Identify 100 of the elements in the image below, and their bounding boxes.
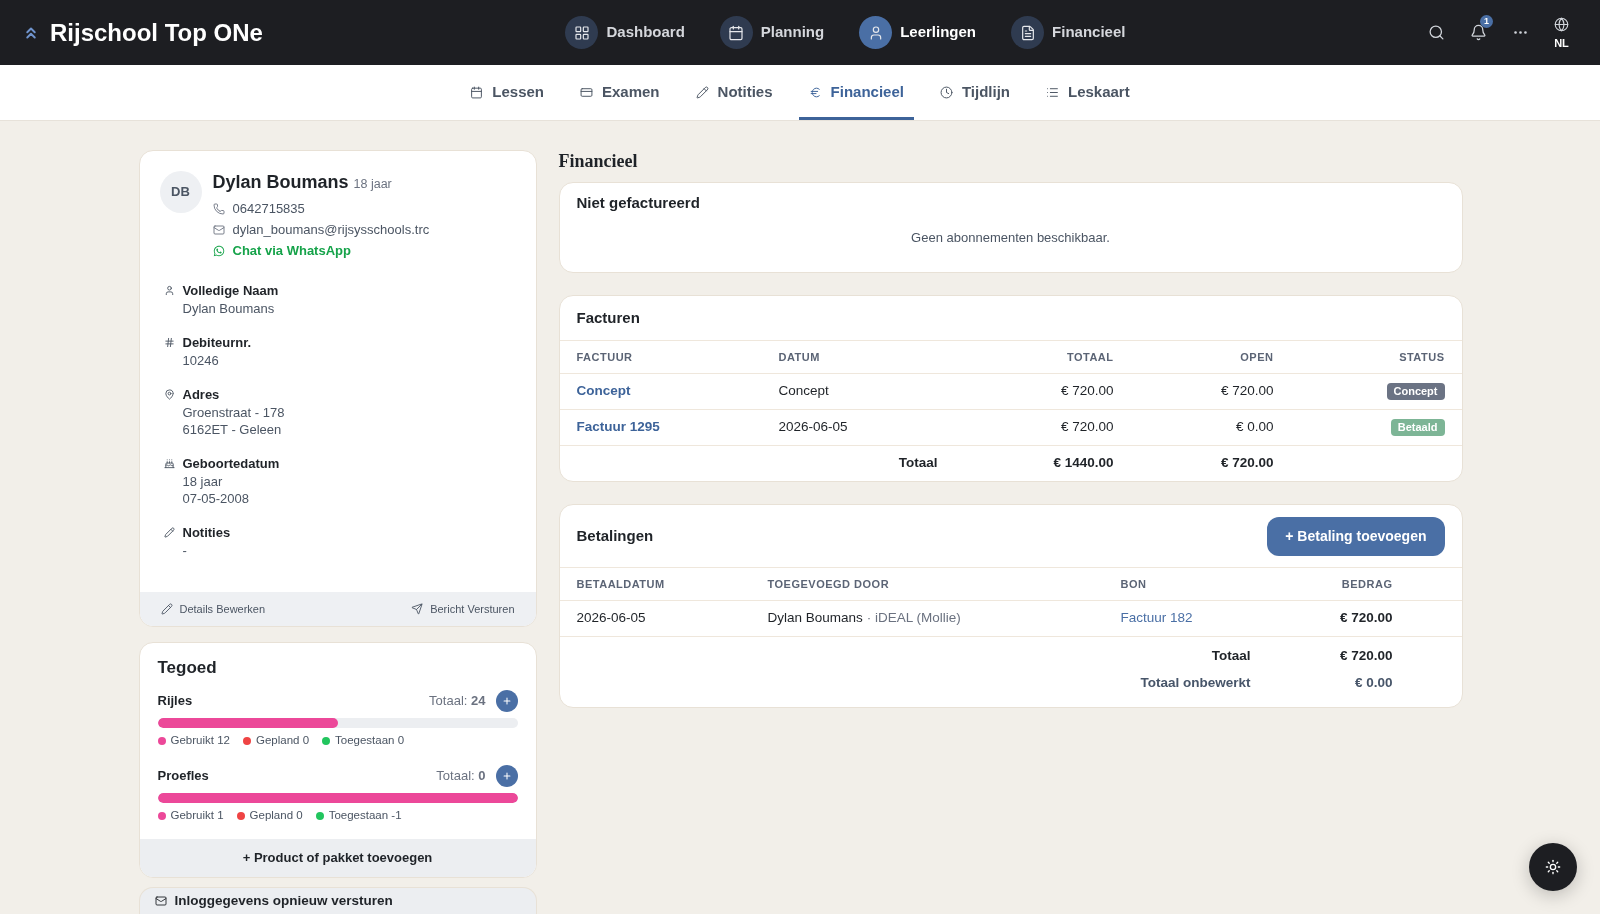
search-icon[interactable] — [1428, 24, 1445, 41]
card-title: Tegoed — [157, 657, 218, 679]
plus-icon — [501, 771, 512, 781]
field-label: Volledige Naam — [182, 282, 279, 300]
legend-label: Gebruikt 1 — [170, 808, 224, 824]
phone-icon — [212, 203, 225, 215]
card-title: Niet gefactureerd — [576, 193, 701, 213]
euro-icon — [808, 86, 822, 99]
add-payment-button[interactable]: + Betaling toevoegen — [1267, 516, 1445, 556]
legend-label: Toegestaan -1 — [328, 808, 402, 824]
pencil-icon — [695, 86, 709, 99]
tab[interactable]: Tijdlijn — [929, 65, 1020, 120]
status-badge: Concept — [1386, 383, 1445, 400]
notification-bell-icon[interactable] — [1470, 24, 1487, 41]
table-cell-text: 2026-06-05 — [778, 418, 849, 437]
phone-number: 0642715835 — [232, 200, 305, 219]
nav-item[interactable]: Financieel — [1011, 16, 1126, 49]
total-amount: € 0.00 — [1353, 674, 1393, 693]
card-icon — [580, 86, 593, 99]
avatar: DB — [159, 171, 202, 213]
card-title: Betalingen — [576, 525, 654, 546]
language-button[interactable]: NL — [1554, 16, 1569, 49]
add-credit-button[interactable] — [495, 765, 518, 787]
field-value: 10246 — [182, 352, 220, 369]
plus-icon — [501, 696, 512, 706]
tab[interactable]: Notities — [685, 65, 783, 120]
receipt-link[interactable]: Factuur 182 — [1120, 610, 1193, 626]
section-title: Financieel — [558, 150, 639, 172]
field-label: Adres — [182, 386, 221, 404]
legend-label: Gebruikt 12 — [170, 733, 230, 749]
credit-name: Rijles — [157, 692, 193, 711]
invoice-link[interactable]: Concept — [576, 383, 631, 399]
field-value: 18 jaar — [182, 473, 224, 490]
theme-toggle-button[interactable] — [1529, 843, 1577, 891]
footer-action-button[interactable]: Details Bewerken — [160, 600, 266, 618]
column-header: DATUM — [778, 349, 821, 365]
calendar-icon — [719, 16, 753, 49]
column-header: BEDRAG — [1340, 576, 1393, 592]
column-header: BON — [1120, 576, 1148, 592]
table-cell-text: € 720.00 — [1219, 382, 1274, 401]
nav-item[interactable]: Dashboard — [565, 16, 685, 49]
table-cell-text: € 720.00 — [1059, 418, 1114, 437]
mail-icon — [154, 895, 167, 907]
send-icon — [411, 603, 424, 615]
add-credit-button[interactable] — [495, 690, 518, 712]
empty-message: Geen abonnementen beschikbaar. — [910, 229, 1111, 247]
user-icon — [859, 16, 893, 49]
column-header: TOEGEVOEGD DOOR — [767, 576, 891, 592]
whatsapp-icon — [212, 244, 225, 257]
brand-name: Rijschool Top ONe — [50, 17, 263, 48]
field-value: Dylan Boumans — [182, 300, 276, 317]
invoice-link[interactable]: Factuur 1295 — [576, 419, 660, 435]
column-header: TOTAAL — [1065, 349, 1114, 365]
email-address: dylan_boumans@rijsysschools.trc — [232, 220, 430, 239]
cake-icon — [163, 458, 175, 469]
globe-icon — [1554, 16, 1569, 32]
column-header: BETAALDATUM — [576, 576, 666, 592]
tab[interactable]: Financieel — [798, 65, 914, 120]
footer-action-button[interactable]: Bericht Versturen — [411, 600, 515, 618]
table-cell-text: 2026-06-05 — [576, 609, 647, 628]
status-badge: Betaald — [1390, 419, 1445, 436]
student-age: 18 jaar — [353, 176, 392, 193]
field-label: Debiteurnr. — [182, 334, 252, 352]
tab[interactable]: Examen — [570, 65, 670, 120]
tab[interactable]: Leskaart — [1036, 65, 1140, 120]
field-value: - — [182, 542, 188, 559]
table-cell-text: Concept — [778, 382, 830, 401]
payment-method: · iDEAL (Mollie) — [866, 609, 961, 628]
pencil-icon — [160, 603, 173, 615]
nav-item[interactable]: Leerlingen — [859, 16, 977, 49]
card-title: Facturen — [576, 307, 640, 328]
column-header: STATUS — [1398, 349, 1445, 365]
field-value: 6162ET - Geleen — [182, 421, 283, 438]
add-product-button[interactable]: + Product of pakket toevoegen — [139, 839, 536, 877]
total-label: Totaal — [897, 454, 939, 473]
legend-label: Toegestaan 0 — [335, 733, 405, 749]
pencil-icon — [163, 527, 175, 538]
calendar-icon — [470, 86, 484, 99]
field-label: Notities — [182, 524, 231, 542]
table-cell-text: € 0.00 — [1234, 418, 1274, 437]
credit-total: Totaal: 0 — [436, 767, 486, 786]
document-icon — [1011, 16, 1045, 49]
hash-icon — [163, 337, 175, 348]
field-label: Geboortedatum — [182, 455, 280, 473]
legend-label: Gepland 0 — [249, 808, 303, 824]
tab[interactable]: Lessen — [460, 65, 554, 120]
nav-item[interactable]: Planning — [719, 16, 825, 49]
open-amount: € 720.00 — [1219, 454, 1274, 473]
table-cell-text: € 720.00 — [1338, 609, 1393, 628]
user-icon — [163, 285, 175, 296]
payer-name: Dylan Boumans — [767, 609, 863, 628]
field-value: Groenstraat - 178 — [182, 404, 285, 421]
table-cell-text: € 720.00 — [1059, 382, 1114, 401]
field-value: 07-05-2008 — [182, 490, 250, 507]
resend-login-button[interactable]: Inloggegevens opnieuw versturen — [138, 887, 537, 914]
map-pin-icon — [163, 389, 175, 400]
notification-badge: 1 — [1480, 15, 1493, 28]
student-name: Dylan Boumans — [212, 171, 349, 193]
list-icon — [1046, 86, 1059, 99]
legend-label: Gepland 0 — [255, 733, 310, 749]
